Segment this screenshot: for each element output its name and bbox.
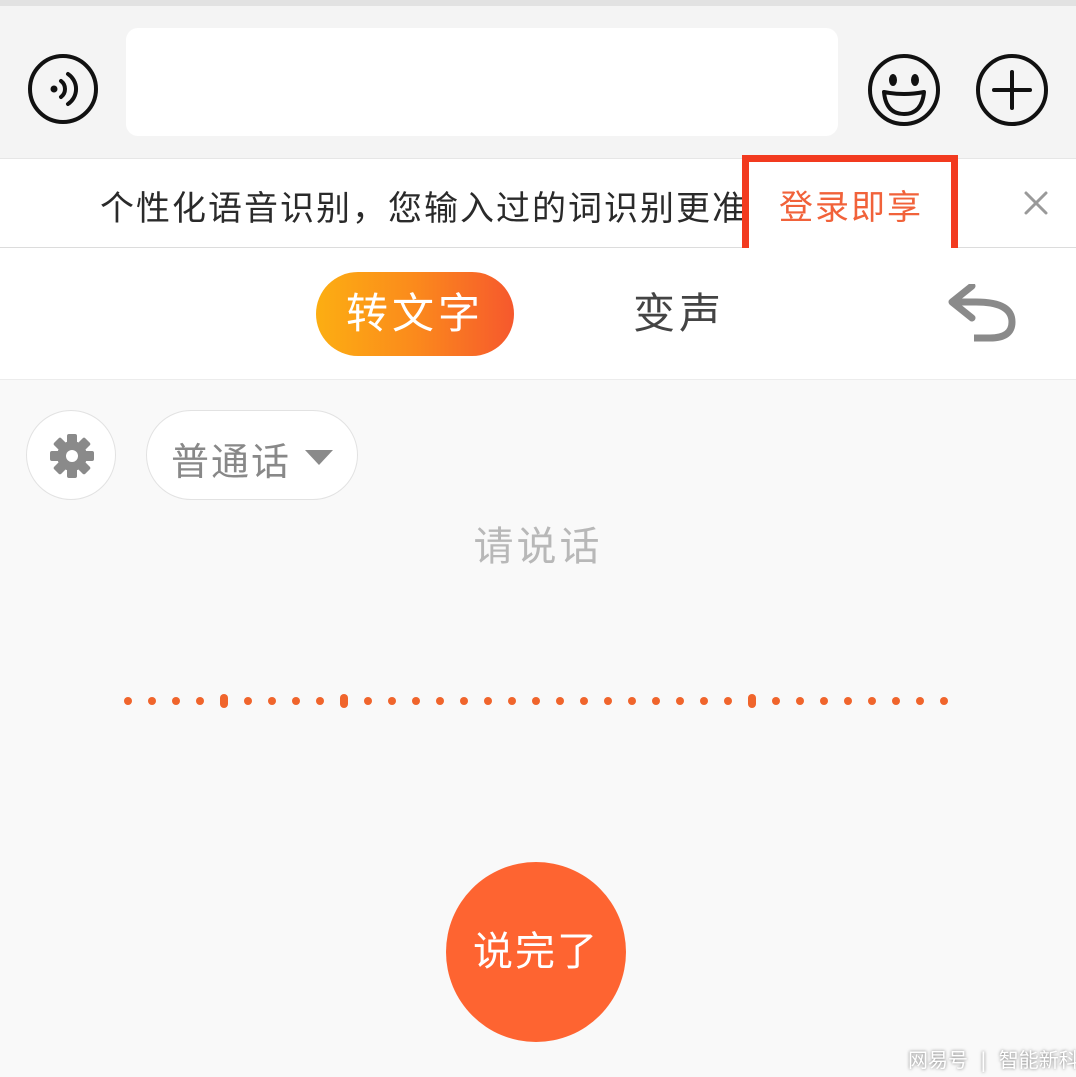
waveform-dot <box>820 697 828 705</box>
waveform-dot <box>532 697 540 705</box>
message-input[interactable] <box>126 28 838 136</box>
plus-circle-icon[interactable] <box>974 52 1050 128</box>
waveform-dot <box>436 697 444 705</box>
personalization-banner: 个性化语音识别，您输入过的词识别更准 登录即享 <box>0 155 1076 261</box>
waveform-dot <box>868 697 876 705</box>
smiley-icon[interactable] <box>866 52 942 128</box>
waveform-dot <box>604 697 612 705</box>
watermark-brand: 网易号 <box>908 1048 968 1072</box>
waveform-dot <box>556 697 564 705</box>
waveform-dot <box>844 697 852 705</box>
input-bar <box>0 6 1076 158</box>
waveform-dot <box>244 697 252 705</box>
waveform-dot <box>508 697 516 705</box>
waveform-dot <box>172 697 180 705</box>
waveform-dot <box>580 697 588 705</box>
watermark-author: 智能新科 <box>998 1048 1076 1072</box>
close-icon[interactable] <box>1020 187 1052 219</box>
finish-speaking-button[interactable]: 说完了 <box>446 862 626 1042</box>
settings-button[interactable] <box>26 410 116 500</box>
waveform-dot <box>652 697 660 705</box>
waveform-dot <box>292 697 300 705</box>
waveform-dot <box>676 697 684 705</box>
waveform-dot <box>148 697 156 705</box>
waveform-dot <box>772 697 780 705</box>
audio-waveform <box>124 694 948 708</box>
waveform-dot <box>364 697 372 705</box>
waveform-dot <box>748 694 756 708</box>
watermark: 网易号 | 智能新科 <box>908 1044 1076 1073</box>
waveform-dot <box>460 697 468 705</box>
waveform-dot <box>268 697 276 705</box>
waveform-dot <box>892 697 900 705</box>
language-label: 普通话 <box>171 440 292 484</box>
tab-speech-to-text[interactable]: 转文字 <box>316 272 514 356</box>
undo-arrow-icon[interactable] <box>946 284 1022 344</box>
waveform-dot <box>316 697 324 705</box>
caret-down-icon <box>305 450 333 465</box>
waveform-dot <box>628 697 636 705</box>
waveform-dot <box>340 694 348 708</box>
waveform-dot <box>724 697 732 705</box>
voice-wave-icon[interactable] <box>26 52 100 126</box>
login-highlight-box: 登录即享 <box>742 155 958 261</box>
gear-icon <box>50 434 94 478</box>
waveform-dot <box>796 697 804 705</box>
speak-prompt: 请说话 <box>473 524 603 570</box>
waveform-dot <box>412 697 420 705</box>
waveform-dot <box>484 697 492 705</box>
login-link[interactable]: 登录即享 <box>779 180 923 229</box>
waveform-dot <box>124 697 132 705</box>
waveform-dot <box>940 697 948 705</box>
waveform-dot <box>388 697 396 705</box>
waveform-dot <box>196 697 204 705</box>
waveform-dot <box>220 694 228 708</box>
language-selector[interactable]: 普通话 <box>146 410 358 500</box>
mode-tabs: 转文字 变声 <box>0 248 1076 380</box>
waveform-dot <box>700 697 708 705</box>
waveform-dot <box>916 697 924 705</box>
tab-voice-change[interactable]: 变声 <box>624 272 734 356</box>
banner-text: 个性化语音识别，您输入过的词识别更准 <box>100 189 748 229</box>
